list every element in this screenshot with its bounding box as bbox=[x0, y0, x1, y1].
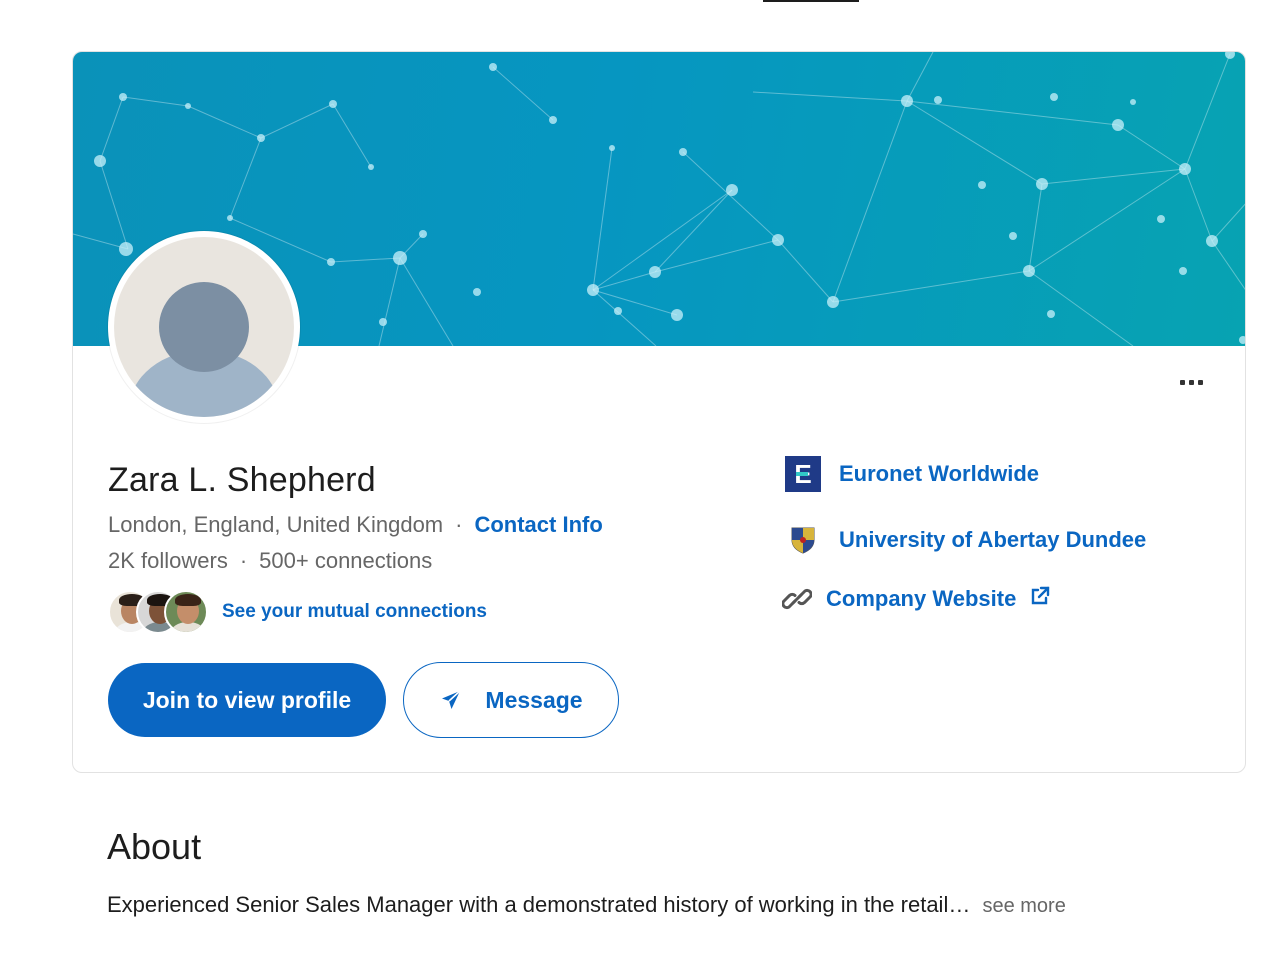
more-horizontal-icon bbox=[1179, 379, 1185, 385]
external-link-icon bbox=[1032, 586, 1050, 605]
connections-count: 500+ connections bbox=[259, 548, 433, 573]
university-crest-icon bbox=[785, 522, 821, 558]
profile-name: Zara L. Shepherd bbox=[108, 461, 376, 499]
about-summary: Experienced Senior Sales Manager with a … bbox=[107, 892, 1066, 918]
message-label: Message bbox=[485, 686, 583, 713]
profile-avatar[interactable] bbox=[108, 231, 300, 423]
contact-info-link[interactable]: Contact Info bbox=[474, 512, 602, 538]
education-link[interactable]: University of Abertay Dundee bbox=[785, 522, 1146, 558]
company-name: Euronet Worldwide bbox=[839, 461, 1040, 486]
mutual-avatar bbox=[164, 590, 208, 634]
stats-row: 2K followers · 500+ connections bbox=[108, 548, 432, 574]
mutual-connections-link[interactable]: See your mutual connections bbox=[222, 601, 487, 623]
followers-count: 2K followers bbox=[108, 548, 228, 573]
message-button[interactable]: Message bbox=[403, 662, 619, 738]
more-options-button[interactable] bbox=[1169, 370, 1213, 394]
separator-dot: · bbox=[239, 548, 248, 573]
link-icon bbox=[782, 588, 812, 610]
company-website-link[interactable]: Company Website bbox=[782, 584, 1050, 614]
join-to-view-profile-button[interactable]: Join to view profile bbox=[108, 663, 386, 737]
about-heading: About bbox=[107, 826, 202, 867]
separator-dot: · bbox=[455, 512, 463, 537]
location-row: London, England, United Kingdom · Contac… bbox=[108, 512, 603, 538]
profile-location: London, England, United Kingdom bbox=[108, 512, 444, 537]
euronet-logo: Ε bbox=[785, 456, 821, 492]
default-avatar-icon bbox=[114, 237, 294, 417]
see-more-link[interactable]: see more bbox=[982, 895, 1065, 917]
send-icon bbox=[442, 690, 461, 709]
active-tab-indicator bbox=[763, 0, 859, 2]
about-text: Experienced Senior Sales Manager with a … bbox=[107, 892, 971, 917]
current-company-link[interactable]: Ε Euronet Worldwide bbox=[785, 456, 1039, 492]
mutual-connections-row[interactable]: See your mutual connections bbox=[108, 590, 487, 634]
website-label: Company Website bbox=[826, 586, 1017, 611]
school-name: University of Abertay Dundee bbox=[839, 527, 1147, 552]
